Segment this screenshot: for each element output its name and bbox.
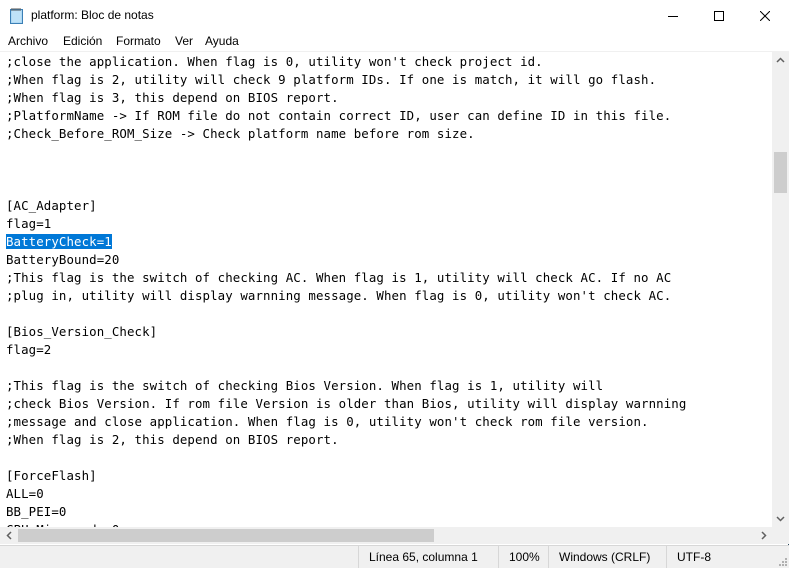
text-line[interactable]: ;When flag is 2, utility will check 9 pl… (6, 71, 686, 89)
text-line[interactable]: ALL=0 (6, 485, 686, 503)
text-line[interactable]: ;check Bios Version. If rom file Version… (6, 395, 686, 413)
text-line[interactable] (6, 161, 686, 179)
menu-formato[interactable]: Formato (116, 34, 161, 48)
text-line[interactable] (6, 179, 686, 197)
chevron-right-icon (760, 531, 767, 540)
menu-edicion[interactable]: Edición (63, 34, 102, 48)
scroll-down-button[interactable] (772, 510, 789, 527)
text-editor[interactable]: ;close the application. When flag is 0, … (0, 51, 772, 528)
text-line[interactable]: BatteryBound=20 (6, 251, 686, 269)
text-line[interactable] (6, 449, 686, 467)
maximize-button[interactable] (696, 0, 742, 32)
status-line-ending: Windows (CRLF) (548, 546, 666, 568)
resize-grip-icon[interactable] (777, 556, 787, 566)
minimize-icon (668, 16, 678, 17)
horizontal-scrollbar[interactable] (0, 527, 772, 544)
vertical-scroll-thumb[interactable] (774, 152, 787, 193)
status-cursor-position: Línea 65, columna 1 (358, 546, 498, 568)
text-line[interactable]: BB_PEI=0 (6, 503, 686, 521)
menu-archivo[interactable]: Archivo (8, 34, 48, 48)
text-line[interactable]: [Bios_Version_Check] (6, 323, 686, 341)
text-line[interactable]: BatteryCheck=1 (6, 233, 686, 251)
chevron-up-icon (776, 56, 785, 63)
text-line[interactable]: ;plug in, utility will display warnning … (6, 287, 686, 305)
text-line[interactable]: ;PlatformName -> If ROM file do not cont… (6, 107, 686, 125)
notepad-icon (10, 8, 23, 24)
vertical-scrollbar[interactable] (772, 51, 789, 527)
notepad-window: platform: Bloc de notas Archivo Edición … (0, 0, 789, 568)
text-line[interactable]: ;When flag is 2, this depend on BIOS rep… (6, 431, 686, 449)
text-line[interactable]: flag=2 (6, 341, 686, 359)
status-encoding: UTF-8 (666, 546, 789, 568)
horizontal-scroll-thumb[interactable] (18, 529, 434, 542)
scroll-left-button[interactable] (0, 527, 17, 544)
menu-bar: Archivo Edición Formato Ver Ayuda (0, 32, 789, 51)
window-title: platform: Bloc de notas (31, 8, 154, 22)
menu-ayuda[interactable]: Ayuda (205, 34, 239, 48)
chevron-left-icon (5, 531, 12, 540)
text-line[interactable]: ;close the application. When flag is 0, … (6, 53, 686, 71)
status-bar: Línea 65, columna 1 100% Windows (CRLF) … (0, 545, 789, 568)
text-line[interactable] (6, 305, 686, 323)
status-zoom: 100% (498, 546, 548, 568)
menu-ver[interactable]: Ver (175, 34, 193, 48)
close-icon (760, 11, 770, 21)
scroll-up-button[interactable] (772, 51, 789, 68)
text-line[interactable]: [AC_Adapter] (6, 197, 686, 215)
chevron-down-icon (776, 515, 785, 522)
text-line[interactable] (6, 359, 686, 377)
minimize-button[interactable] (650, 0, 696, 32)
text-line[interactable]: ;This flag is the switch of checking Bio… (6, 377, 686, 395)
maximize-icon (714, 11, 724, 21)
close-button[interactable] (742, 0, 788, 32)
selected-text[interactable]: BatteryCheck=1 (6, 234, 112, 249)
text-line[interactable]: [ForceFlash] (6, 467, 686, 485)
text-line[interactable]: ;This flag is the switch of checking AC.… (6, 269, 686, 287)
text-line[interactable]: ;Check_Before_ROM_Size -> Check platform… (6, 125, 686, 143)
text-line[interactable]: ;When flag is 3, this depend on BIOS rep… (6, 89, 686, 107)
scrollbar-corner (772, 527, 789, 544)
text-line[interactable]: ;message and close application. When fla… (6, 413, 686, 431)
text-line[interactable]: flag=1 (6, 215, 686, 233)
text-line[interactable] (6, 143, 686, 161)
title-bar[interactable]: platform: Bloc de notas (0, 0, 789, 32)
scroll-right-button[interactable] (755, 527, 772, 544)
editor-content[interactable]: ;close the application. When flag is 0, … (6, 53, 686, 528)
